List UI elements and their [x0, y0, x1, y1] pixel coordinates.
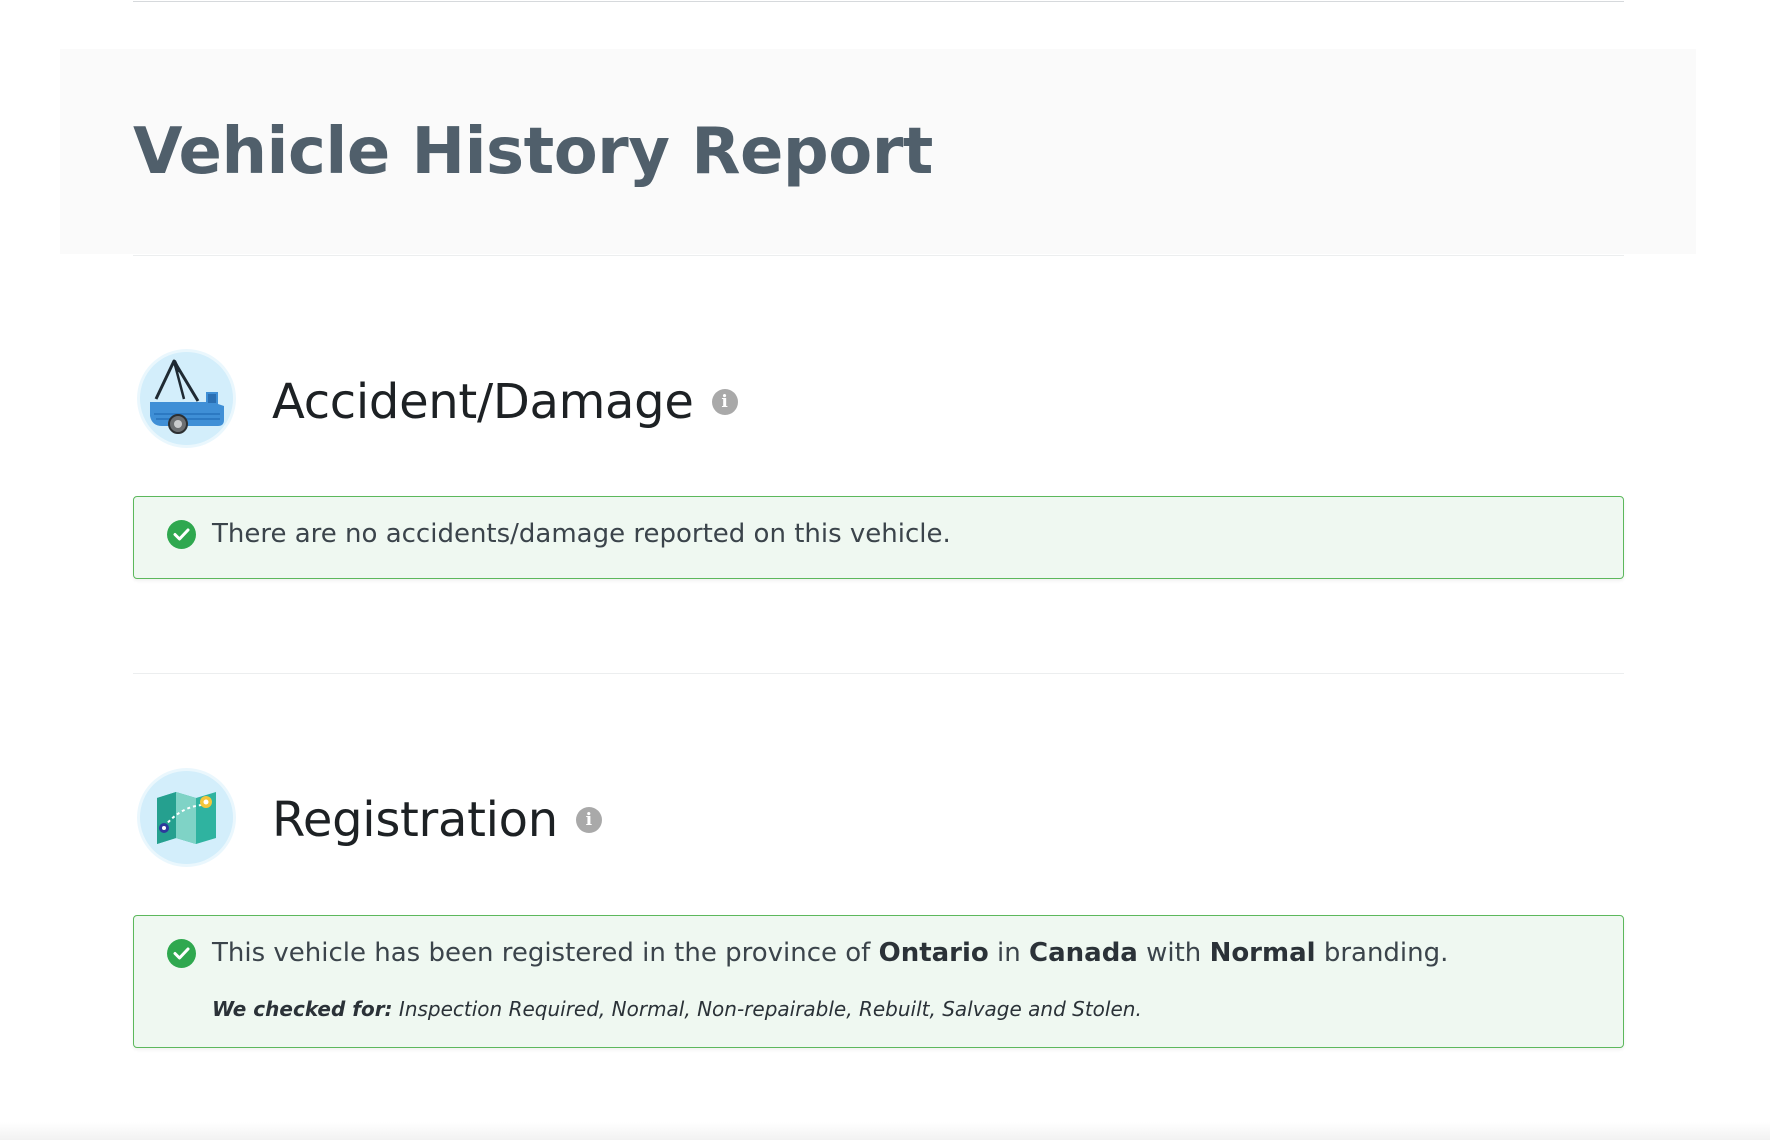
check-circle-icon [167, 519, 196, 549]
accident-status-text: There are no accidents/damage reported o… [212, 519, 951, 549]
checked-for-note: We checked for: Inspection Required, Nor… [212, 997, 1142, 1021]
page-title: Vehicle History Report [133, 115, 933, 189]
top-divider [133, 0, 1624, 2]
info-icon[interactable]: i [575, 807, 602, 833]
registration-status-text: This vehicle has been registered in the … [212, 938, 1448, 968]
checked-for-list: Inspection Required, Normal, Non-repaira… [398, 997, 1142, 1021]
accident-section-header: Accident/Damage i [272, 372, 738, 432]
info-icon[interactable]: i [711, 389, 738, 415]
registration-section-title: Registration [272, 792, 558, 848]
with-word: with [1146, 938, 1202, 968]
page-bottom-edge [0, 1122, 1770, 1140]
country-value: Canada [1029, 938, 1138, 968]
province-value: Ontario [878, 938, 989, 968]
check-circle-icon [167, 938, 196, 968]
registration-section-header: Registration i [272, 790, 602, 850]
message-prefix: This vehicle has been registered in the … [212, 938, 871, 968]
registration-status-alert: This vehicle has been registered in the … [133, 915, 1624, 1048]
in-word: in [997, 938, 1021, 968]
branding-value: Normal [1209, 938, 1316, 968]
message-suffix: branding. [1323, 938, 1449, 968]
section-divider [133, 673, 1624, 674]
tow-truck-icon [140, 352, 233, 445]
accident-status-alert: There are no accidents/damage reported o… [133, 496, 1624, 579]
checked-for-label: We checked for: [212, 997, 393, 1021]
header-divider [133, 255, 1624, 256]
map-icon [140, 771, 233, 864]
accident-section-title: Accident/Damage [272, 374, 694, 430]
